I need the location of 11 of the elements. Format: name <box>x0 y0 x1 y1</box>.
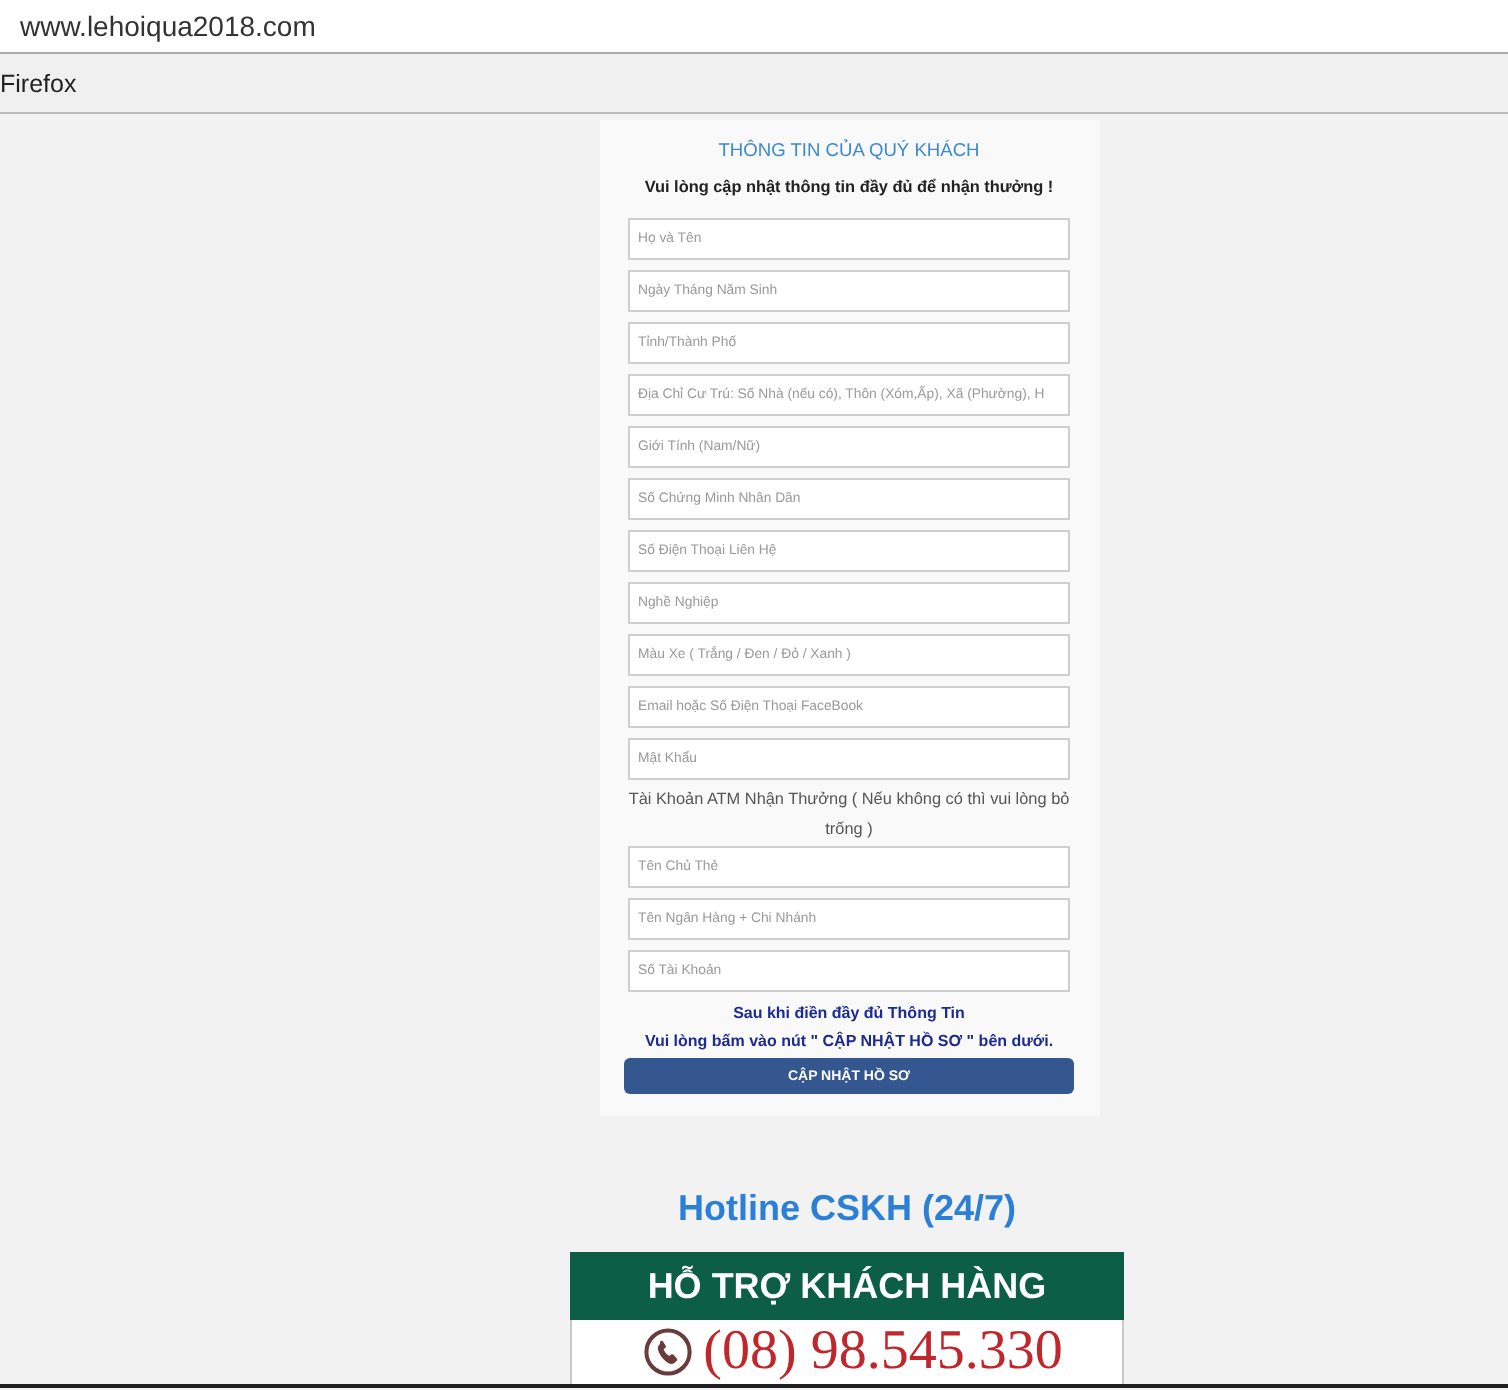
hotline-heading: Hotline CSKH (24/7) <box>675 1186 1019 1230</box>
form-subtitle: Vui lòng cập nhật thông tin đầy đủ để nhận thưởng ! <box>642 176 1056 200</box>
form-title: THÔNG TIN CỦA QUÝ KHÁCH <box>716 137 982 164</box>
address-bar[interactable]: www.lehoiqua2018.com <box>0 0 1508 54</box>
support-banner: HỖ TRỢ KHÁCH HÀNG <box>570 1252 1124 1320</box>
phone-number[interactable]: (08) 98.545.330 <box>703 1322 1063 1382</box>
notice-text: Vui lòng bấm vào nút " CẬP NHẬT HỒ SƠ " bên dưới. <box>644 1029 1054 1054</box>
section-label: Tài Khoản ATM Nhận Thưởng ( Nếu không có thì vui lòng bỏ trống ) <box>626 788 1072 842</box>
phone-icon <box>643 1328 692 1376</box>
notice-text: Sau khi điền đầy đủ Thông Tin <box>733 1002 965 1026</box>
browser-name-label: Firefox <box>0 69 77 97</box>
